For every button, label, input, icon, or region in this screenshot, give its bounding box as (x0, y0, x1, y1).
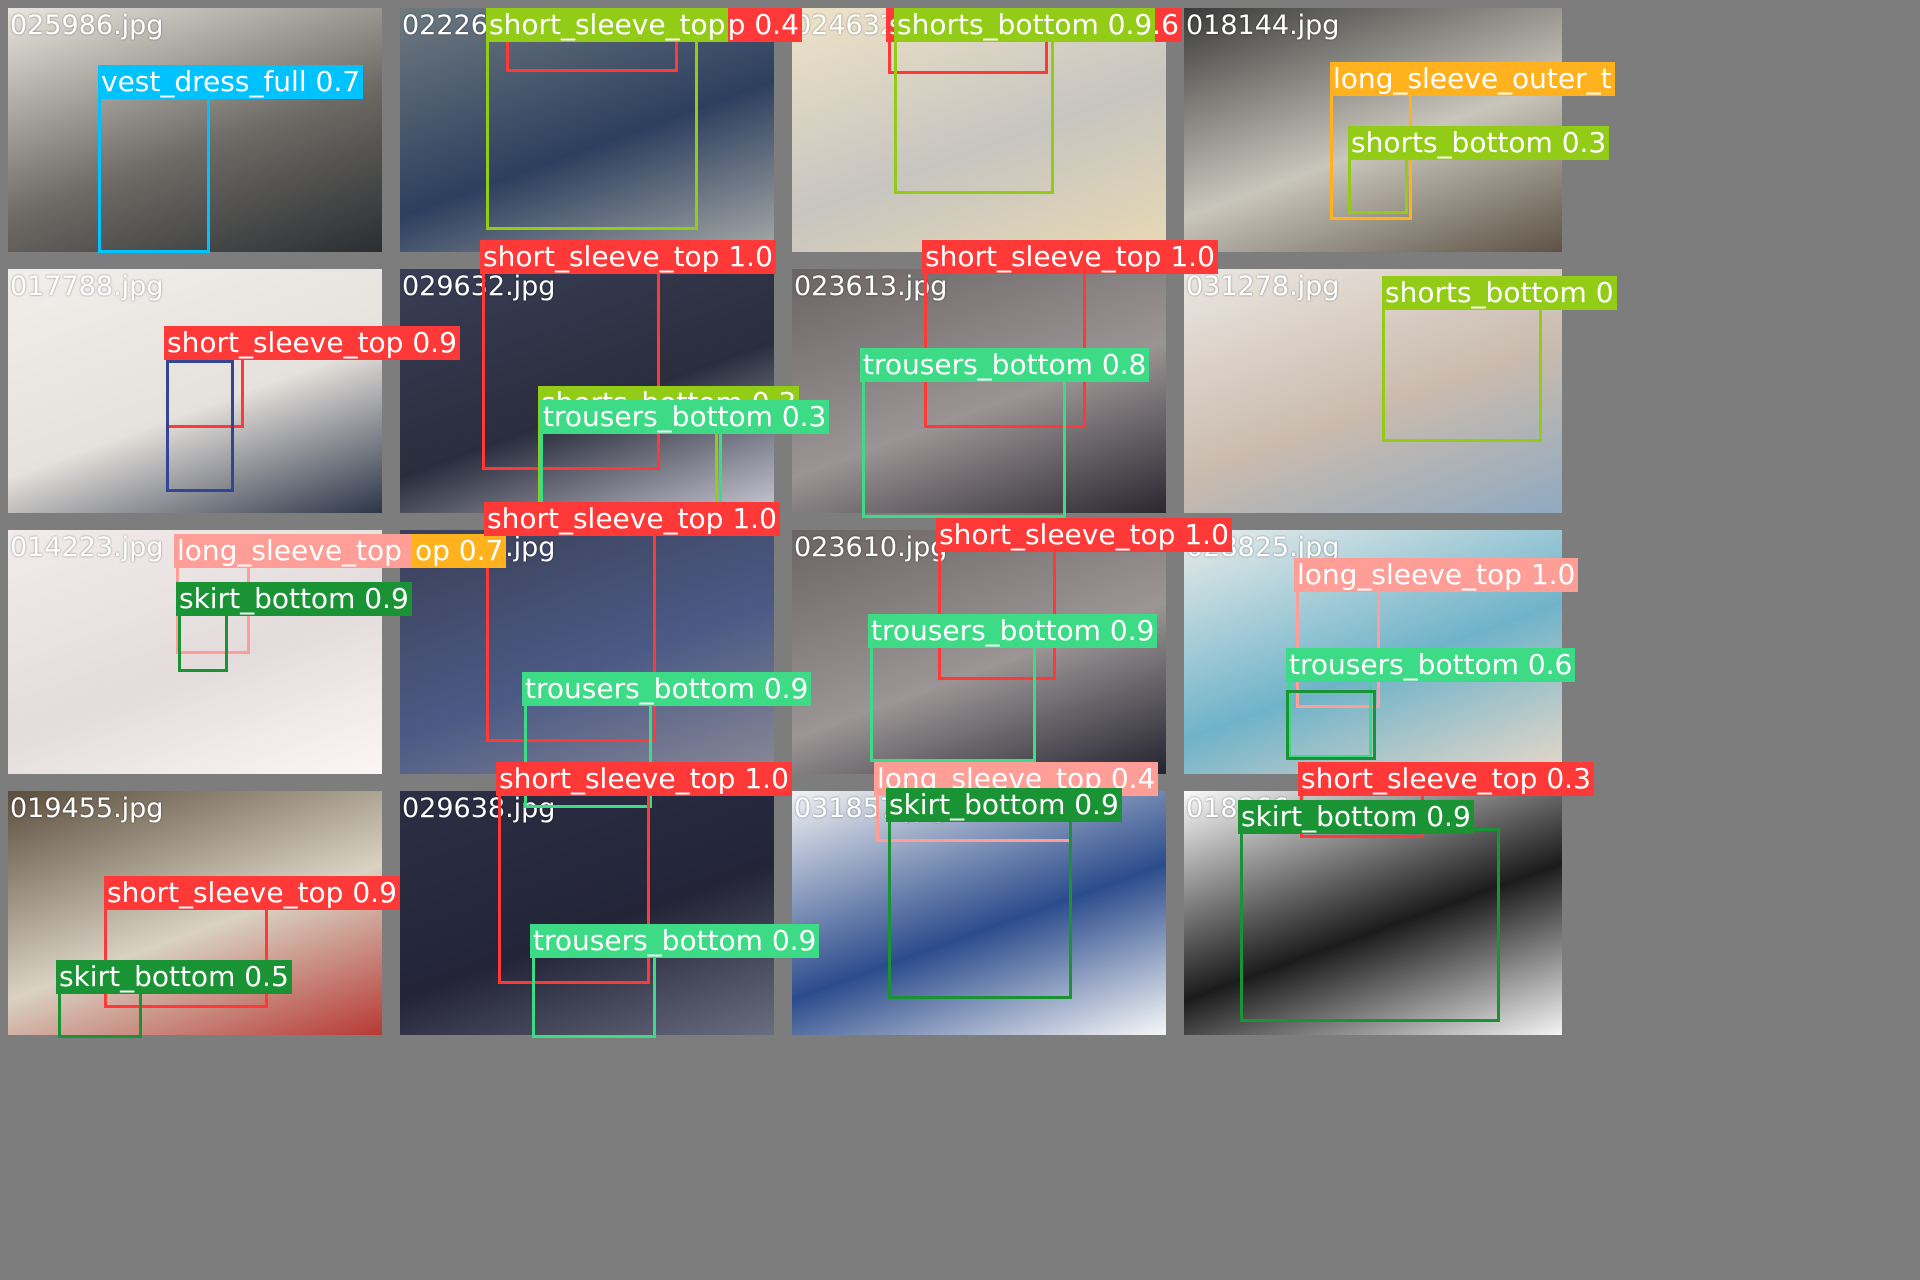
image-filename: 029638.jpg (402, 793, 556, 824)
image-tile: 023613.jpg (792, 269, 1166, 513)
image-tile: 023610.jpg (792, 530, 1166, 774)
image-filename: 023613.jpg (794, 271, 948, 302)
image-tile: 014223.jpg (8, 530, 382, 774)
image-filename: 031857.jpg (794, 793, 948, 824)
photo (1184, 269, 1562, 513)
photo (792, 269, 1166, 513)
photo (792, 530, 1166, 774)
image-filename: 024632.jpg (794, 10, 948, 41)
image-tile: 031278.jpg (1184, 269, 1562, 513)
photo (1184, 530, 1562, 774)
photo (1184, 791, 1562, 1035)
image-filename: 025986.jpg (10, 10, 164, 41)
photo (8, 8, 382, 252)
photo (792, 8, 1166, 252)
image-filename: 029632.jpg (402, 271, 556, 302)
photo (400, 8, 774, 252)
image-filename: 018866.jpg (1186, 793, 1340, 824)
image-tile: 019455.jpg (8, 791, 382, 1035)
photo (400, 269, 774, 513)
image-filename: 019455.jpg (10, 793, 164, 824)
image-tile: 029638.jpg (400, 791, 774, 1035)
image-filename: 023610.jpg (794, 532, 948, 563)
image-tile: 024632.jpg (792, 8, 1166, 252)
image-filename: 031278.jpg (1186, 271, 1340, 302)
photo (8, 530, 382, 774)
image-tile: 031857.jpg (792, 791, 1166, 1035)
image-filename: 017788.jpg (10, 271, 164, 302)
image-filename: 029637.jpg (402, 532, 556, 563)
image-tile: 018866.jpg (1184, 791, 1562, 1035)
image-filename: 028825.jpg (1186, 532, 1340, 563)
image-tile: 025986.jpg (8, 8, 382, 252)
image-tile: 018144.jpg (1184, 8, 1562, 252)
detection-mosaic: 025986.jpg 022262.jpg 024632.jpg 018144.… (0, 0, 1920, 1280)
image-filename: 018144.jpg (1186, 10, 1340, 41)
photo (400, 791, 774, 1035)
image-tile: 017788.jpg (8, 269, 382, 513)
image-filename: 022262.jpg (402, 10, 556, 41)
image-filename: 014223.jpg (10, 532, 164, 563)
image-tile: 028825.jpg (1184, 530, 1562, 774)
photo (792, 791, 1166, 1035)
photo (400, 530, 774, 774)
photo (1184, 8, 1562, 252)
image-tile: 029632.jpg (400, 269, 774, 513)
image-tile: 022262.jpg (400, 8, 774, 252)
photo (8, 269, 382, 513)
image-tile: 029637.jpg (400, 530, 774, 774)
photo (8, 791, 382, 1035)
